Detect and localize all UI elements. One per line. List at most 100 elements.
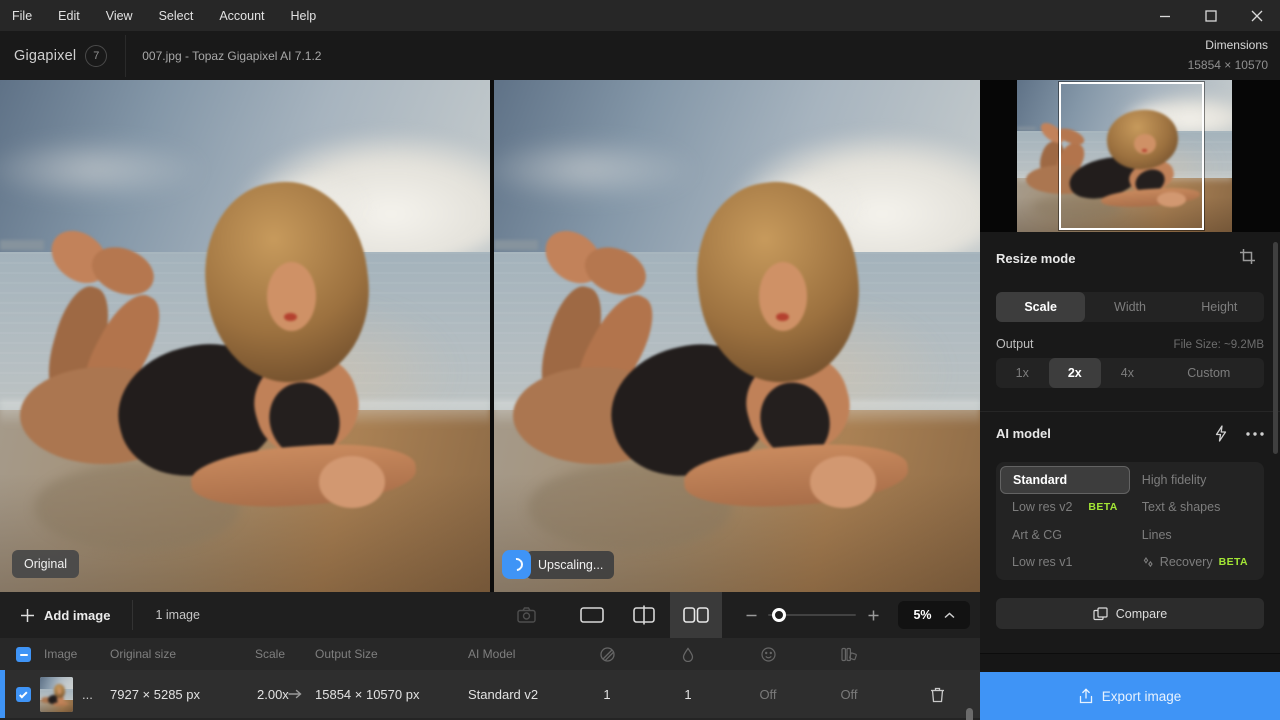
close-icon[interactable] [1234,0,1280,31]
settings-sidebar: Resize mode Scale Width Height Output Fi… [980,80,1280,720]
plus-icon [20,608,35,623]
row-output-size: 15854 × 10570 px [315,670,419,718]
scale-2x[interactable]: 2x [1049,358,1102,388]
row-face-recovery-value[interactable]: Off [753,670,783,718]
document-title: 007.jpg - Topaz Gigapixel AI 7.1.2 [142,49,321,63]
menu-edit[interactable]: Edit [45,0,93,31]
export-image-button[interactable]: Export image [980,672,1280,720]
beta-badge: BETA [1088,501,1117,513]
col-output-size: Output Size [315,638,378,670]
section-divider [980,411,1280,412]
app-name: Gigapixel [14,48,76,64]
model-recovery[interactable]: Recovery BETA [1130,549,1260,577]
image-viewer: Original Upscaling... [0,80,980,592]
model-art-cg[interactable]: Art & CG [1000,521,1130,549]
lightning-icon[interactable] [1214,425,1228,442]
ai-model-header: AI model [996,425,1264,442]
scale-1x[interactable]: 1x [996,358,1049,388]
more-options-icon[interactable] [1246,432,1264,436]
view-split-icon[interactable] [618,592,670,638]
dimensions-label: Dimensions [1188,36,1268,56]
bottom-toolbar: Add image 1 image [0,592,980,638]
table-row[interactable]: ... 7927 × 5285 px 2.00x 15854 × 10570 p… [0,670,980,718]
sparkle-icon [1142,556,1154,568]
row-filename: ... [82,670,93,718]
scale-4x[interactable]: 4x [1101,358,1154,388]
tab-height[interactable]: Height [1175,292,1264,322]
minimize-icon[interactable] [1142,0,1188,31]
title-bar: Gigapixel 7 007.jpg - Topaz Gigapixel AI… [0,31,1280,80]
view-single-icon[interactable] [566,592,618,638]
model-lines[interactable]: Lines [1130,521,1260,549]
scale-custom[interactable]: Custom [1154,358,1264,388]
gamma-column-icon [834,638,864,670]
delete-row-icon[interactable] [922,670,952,718]
zoom-out-icon[interactable] [738,610,764,621]
zoom-slider[interactable] [768,608,856,622]
row-gamma-value[interactable]: Off [834,670,864,718]
gigapixel-window: File Edit View Select Account Help Gigap… [0,0,1280,720]
preview-pane[interactable]: Upscaling... [494,80,980,592]
spinner-icon [502,550,531,579]
resize-mode-title: Resize mode [996,251,1075,266]
zoom-level-dropdown[interactable]: 5% [898,601,970,629]
table-header: Image Original size Scale Output Size AI… [0,638,980,670]
row-thumbnail [40,677,73,712]
original-pane[interactable]: Original [0,80,490,592]
menu-file[interactable]: File [0,0,45,31]
menu-account[interactable]: Account [206,0,277,31]
model-standard[interactable]: Standard [1000,466,1130,494]
scale-options: 1x 2x 4x Custom [996,358,1264,388]
file-table: Image Original size Scale Output Size AI… [0,638,980,720]
snapshot-camera-icon[interactable] [504,592,548,638]
navigator-viewport[interactable] [1059,82,1204,229]
tab-scale[interactable]: Scale [996,292,1085,322]
model-text-shapes[interactable]: Text & shapes [1130,494,1260,522]
image-count: 1 image [155,608,199,622]
dimensions-value: 15854 × 10570 [1188,56,1268,76]
row-original-size: 7927 × 5285 px [110,670,200,718]
face-recovery-column-icon [753,638,783,670]
row-ai-model[interactable]: Standard v2 [468,670,538,718]
select-all-checkbox[interactable] [16,647,31,662]
view-side-by-side-icon[interactable] [670,592,722,638]
beta-badge: BETA [1219,556,1248,568]
row-denoise-value[interactable]: 1 [673,670,703,718]
table-scrollbar[interactable] [966,708,973,720]
maximize-icon[interactable] [1188,0,1234,31]
model-low-res-v1[interactable]: Low res v1 [1000,549,1130,577]
zoom-in-icon[interactable] [860,610,886,621]
model-low-res-v2[interactable]: Low res v2 BETA [1000,494,1130,522]
compare-button[interactable]: Compare [996,598,1264,629]
export-icon [1079,688,1093,704]
crop-icon[interactable] [1239,248,1256,265]
zoom-slider-knob[interactable] [772,608,786,622]
row-checkbox[interactable] [16,687,31,702]
menu-view[interactable]: View [93,0,146,31]
add-image-button[interactable]: Add image [20,608,110,623]
sidebar-scrollbar[interactable] [1273,242,1278,454]
row-scale[interactable]: 2.00x [257,670,289,718]
row-sharpen-value[interactable]: 1 [592,670,622,718]
arrow-right-icon [288,670,302,718]
row-selection-accent [0,670,5,718]
navigator-thumbnail [1017,80,1232,232]
menu-select[interactable]: Select [146,0,207,31]
resize-mode-tabs: Scale Width Height [996,292,1264,322]
file-size-estimate: File Size: ~9.2MB [1174,339,1264,351]
dimensions-readout: Dimensions 15854 × 10570 [1188,36,1268,76]
col-image: Image [44,638,77,670]
output-row: Output File Size: ~9.2MB [996,337,1264,351]
titlebar-divider [125,35,126,77]
ai-model-title: AI model [996,426,1051,441]
compare-icon [1093,607,1108,621]
output-label: Output [996,337,1034,351]
upscaling-badge: Upscaling... [526,551,614,579]
menu-help[interactable]: Help [278,0,330,31]
tab-width[interactable]: Width [1085,292,1174,322]
model-high-fidelity[interactable]: High fidelity [1130,466,1260,494]
beach-photo-original [0,80,490,592]
update-count-badge[interactable]: 7 [85,45,107,67]
zoom-level-value: 5% [913,608,931,622]
col-original-size: Original size [110,638,176,670]
